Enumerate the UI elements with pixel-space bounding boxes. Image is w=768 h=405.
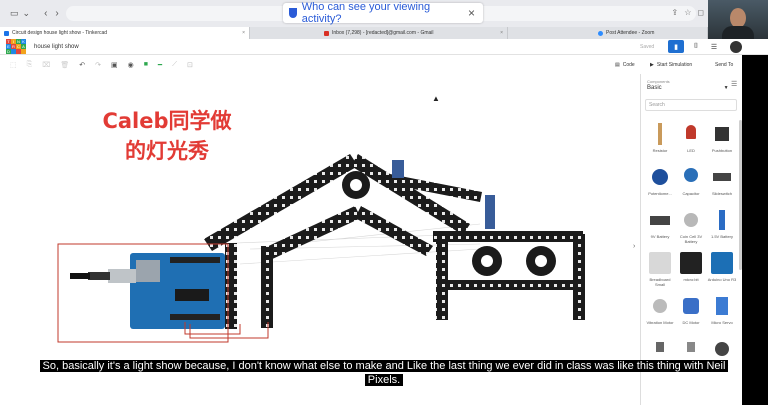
components-grid: Resistor LED Pushbutton Potentiome... Ca…: [645, 120, 737, 377]
wire-type-icon[interactable]: ━: [158, 61, 162, 69]
chevron-down-icon[interactable]: ⌄: [23, 8, 31, 19]
start-simulation-button[interactable]: ▶ Start Simulation: [650, 62, 692, 68]
rotate-icon[interactable]: ⬚: [10, 61, 17, 69]
components-label: Components: [647, 79, 670, 84]
undo-icon[interactable]: ↶: [79, 61, 85, 69]
subtitle-caption: So, basically it's a light show because,…: [0, 359, 768, 387]
circuit-view-button[interactable]: ▮: [668, 40, 684, 53]
extensions-icon[interactable]: ◻: [697, 8, 704, 17]
tinkercad-header: T I N K E R C A D house light show Saved: [0, 39, 768, 55]
shield-icon: [289, 8, 297, 18]
component-dc-motor[interactable]: DC Motor: [676, 292, 706, 334]
webcam-thumbnail: [708, 0, 768, 40]
component-capacitor[interactable]: Capacitor: [676, 163, 706, 205]
privacy-banner-text: Who can see your viewing activity?: [301, 1, 431, 25]
wire-color-icon[interactable]: ■: [144, 61, 148, 68]
caret-down-icon: ▼: [723, 85, 729, 91]
avatar[interactable]: [730, 41, 742, 53]
code-button[interactable]: ▤ Code: [615, 62, 635, 68]
mirror-icon[interactable]: ⊡: [187, 61, 193, 69]
caption-line-2: Pixels.: [364, 374, 404, 386]
back-icon[interactable]: ‹: [44, 8, 47, 19]
component-coin-cell[interactable]: Coin Cell 3V Battery: [676, 206, 706, 248]
notes-icon[interactable]: ▣: [111, 61, 118, 69]
component-pushbutton[interactable]: Pushbutton: [707, 120, 737, 162]
editor-toolbar: ⬚ ⎘ ⌧ 🗑 ↶ ↷ ▣ ◉ ■ ━ ⟋ ⊡ ▤ Code ▶ Start Sim…: [0, 55, 768, 74]
component-9v-battery[interactable]: 9V Battery: [645, 206, 675, 248]
redo-icon[interactable]: ↷: [95, 61, 101, 69]
sidebar-icon[interactable]: ▭: [10, 8, 19, 19]
paste-icon[interactable]: ⌧: [42, 61, 50, 69]
delete-icon[interactable]: 🗑: [60, 61, 69, 69]
tab-label: Circuit design house light show - Tinker…: [12, 30, 108, 36]
browser-tabs: Circuit design house light show - Tinker…: [0, 27, 708, 39]
browser-extension-icons: ⇪ ☆ ◻: [671, 8, 704, 17]
browser-titlebar: ▭ ⌄ ‹ › Who can see your viewing activit…: [0, 0, 768, 27]
mouse-cursor-icon: ▲: [432, 94, 440, 103]
component-list-button[interactable]: ☰: [706, 40, 722, 53]
close-icon[interactable]: ×: [242, 30, 245, 36]
tab-zoom[interactable]: Post Attendee - Zoom: [508, 27, 708, 39]
share-icon[interactable]: ⇪: [671, 8, 678, 17]
component-resistor[interactable]: Resistor: [645, 120, 675, 162]
panel-list-view-icon[interactable]: ☰: [731, 80, 737, 88]
component-led[interactable]: LED: [676, 120, 706, 162]
bookmark-icon[interactable]: ☆: [684, 8, 691, 17]
close-icon[interactable]: ×: [468, 6, 475, 20]
component-slideswitch[interactable]: Slideswitch: [707, 163, 737, 205]
neopixel-strips[interactable]: [204, 154, 585, 329]
nav-arrows: ‹ ›: [44, 8, 59, 19]
search-input[interactable]: Search: [645, 99, 737, 111]
component-arduino-uno[interactable]: Arduino Uno R3: [707, 249, 737, 291]
code-icon: ▤: [615, 61, 620, 68]
privacy-banner[interactable]: Who can see your viewing activity? ×: [283, 1, 483, 25]
component-micro-servo[interactable]: Micro Servo: [707, 292, 737, 334]
flip-icon[interactable]: ⟋: [172, 61, 177, 69]
component-potentiometer[interactable]: Potentiome...: [645, 163, 675, 205]
schematic-view-button[interactable]: ⌷: [688, 40, 704, 53]
screen-edge: [742, 55, 768, 405]
copy-icon[interactable]: ⎘: [27, 61, 33, 69]
tab-tinkercad[interactable]: Circuit design house light show - Tinker…: [0, 27, 250, 39]
component-1-5v-battery[interactable]: 1.5V Battery: [707, 206, 737, 248]
tab-gmail[interactable]: Inbox (7,298) - [redacted]@gmail.com - G…: [250, 27, 508, 39]
tab-label: Post Attendee - Zoom: [606, 30, 655, 36]
saved-status: Saved: [640, 43, 655, 50]
screen: ▭ ⌄ ‹ › Who can see your viewing activit…: [0, 0, 768, 405]
tab-label: Inbox (7,298) - [redacted]@gmail.com - G…: [332, 30, 434, 36]
caption-line-1: So, basically it's a light show because,…: [39, 360, 729, 372]
webcam-person-head: [730, 8, 746, 28]
play-icon: ▶: [650, 61, 654, 68]
component-microbit[interactable]: micro:bit: [676, 249, 706, 291]
component-vibration-motor[interactable]: Vibration Motor: [645, 292, 675, 334]
tinkercad-logo[interactable]: T I N K E R C A D: [6, 39, 26, 54]
webcam-person-body: [722, 26, 754, 40]
zoom-favicon-icon: [598, 30, 603, 36]
close-icon[interactable]: ×: [500, 30, 503, 36]
components-panel: Components Basic ▼ Search Resistor LED P…: [640, 74, 742, 405]
window-controls: ▭ ⌄: [10, 8, 30, 19]
forward-icon[interactable]: ›: [55, 8, 58, 19]
send-to-button[interactable]: Send To: [715, 62, 733, 68]
components-select[interactable]: Basic ▼: [647, 85, 742, 91]
component-breadboard-small[interactable]: Breadboard Small: [645, 249, 675, 291]
tinkercad-favicon-icon: [4, 30, 9, 36]
project-title[interactable]: house light show: [34, 44, 79, 50]
collapse-panel-icon[interactable]: ›: [633, 243, 635, 250]
gmail-favicon-icon: [324, 30, 329, 36]
canvas-annotation-title[interactable]: Caleb同学做 的灯光秀: [82, 106, 252, 166]
view-icon[interactable]: ◉: [128, 61, 134, 69]
